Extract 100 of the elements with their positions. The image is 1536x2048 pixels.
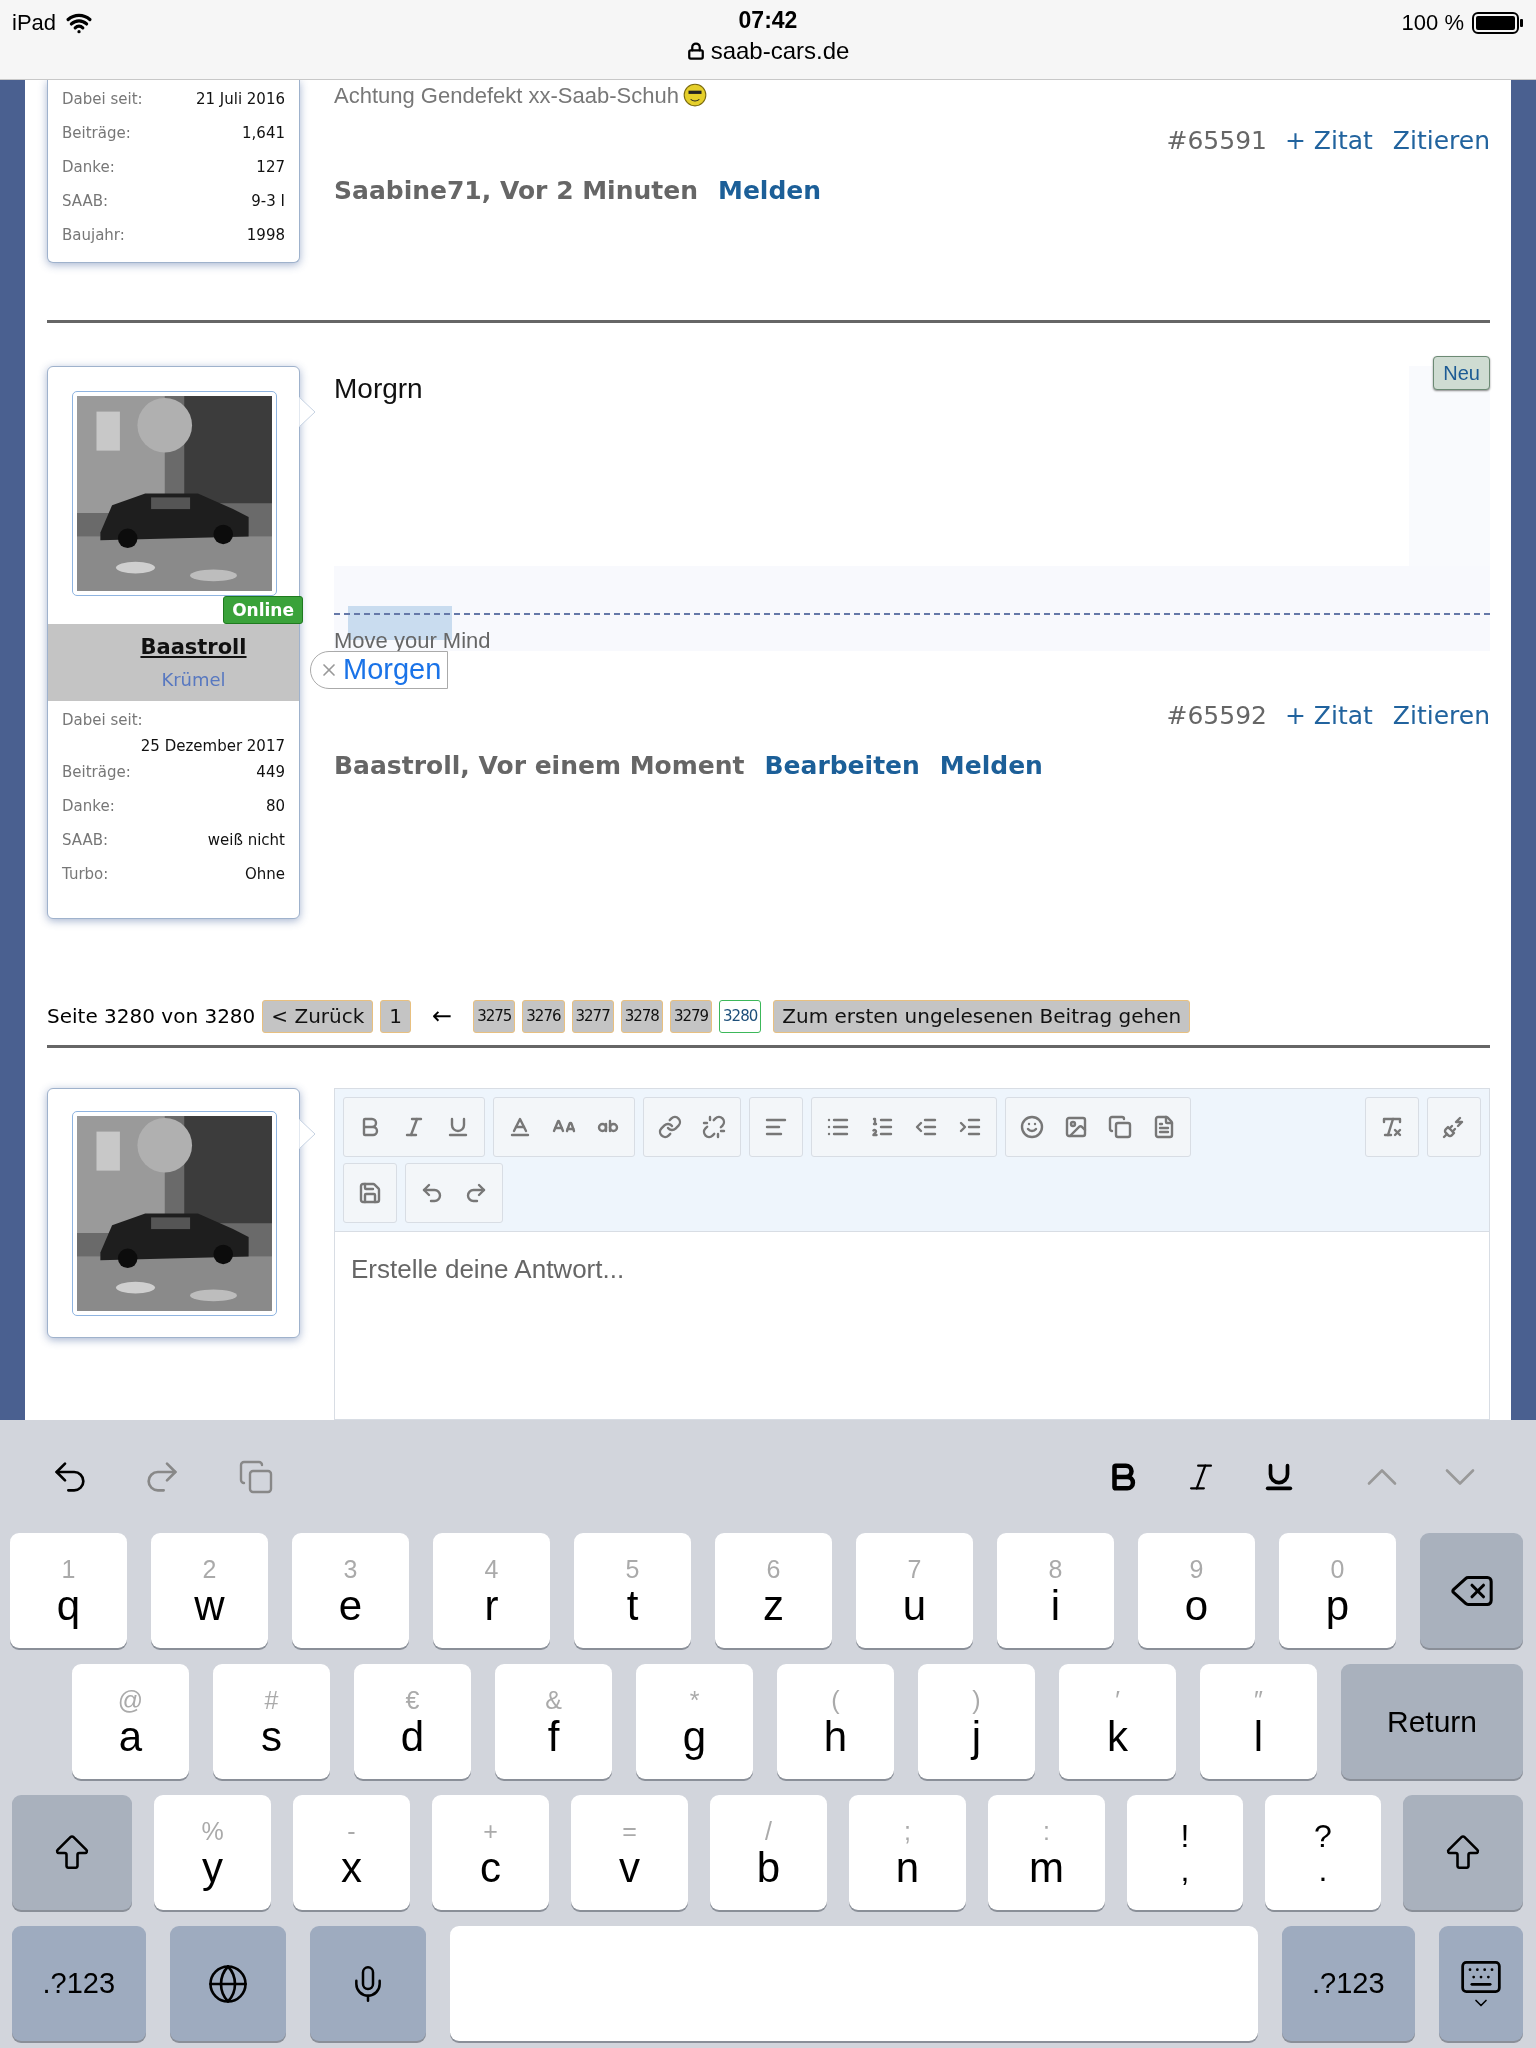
keyboard-key[interactable]: : m — [988, 1795, 1105, 1910]
keyboard-key[interactable]: & f — [495, 1664, 612, 1779]
dictation-key[interactable] — [309, 1926, 426, 2041]
stat-value: Ohne — [244, 863, 285, 885]
numbered-list-icon — [870, 1115, 894, 1139]
stat-value: 127 — [256, 157, 285, 178]
source-icon — [1442, 1115, 1466, 1139]
page-button[interactable]: 3275 — [473, 999, 516, 1033]
reply-field[interactable]: Erstelle deine Antwort... — [334, 1232, 1490, 1420]
page-button[interactable]: 3277 — [571, 999, 614, 1033]
stat-value: 1,641 — [242, 123, 285, 144]
shift-key[interactable] — [12, 1795, 132, 1910]
page-button[interactable]: 3280 — [719, 999, 762, 1033]
stat-value: 21 Juli 2016 — [195, 89, 285, 110]
stat-label: Baujahr: — [62, 225, 125, 246]
username-link[interactable]: Baastroll — [140, 632, 247, 664]
save-icon — [358, 1181, 382, 1205]
post-number[interactable]: #65591 — [1166, 122, 1267, 160]
keyboard-key[interactable]: / b — [710, 1795, 827, 1910]
keyboard-key[interactable]: ; n — [849, 1795, 966, 1910]
post-action-link[interactable]: Melden — [939, 746, 1043, 784]
device-name: iPad — [12, 9, 57, 37]
keyboard-key[interactable]: ′ k — [1059, 1664, 1176, 1779]
online-badge: Online — [223, 596, 303, 624]
stat-label: Dabei seit: — [62, 709, 143, 731]
page-button[interactable]: 3276 — [522, 999, 565, 1033]
keyboard-key[interactable]: ? . — [1265, 1795, 1381, 1910]
pagination-button[interactable]: 1 — [380, 999, 412, 1033]
paste-icon[interactable] — [238, 1458, 274, 1495]
post-message: Morgrn — [334, 372, 423, 406]
media-icon — [1108, 1115, 1132, 1139]
keyboard-key[interactable]: 8 i — [997, 1533, 1114, 1648]
post-byline: Baastroll, Vor einem Moment — [334, 749, 745, 782]
keyboard-key[interactable]: ( h — [777, 1664, 894, 1779]
stat-label: Danke: — [62, 795, 115, 817]
url: saab-cars.de — [710, 36, 850, 66]
hide-keyboard-key[interactable] — [1439, 1926, 1523, 2041]
post-action-link[interactable]: Melden — [718, 171, 822, 209]
user-rank: Krümel — [161, 667, 226, 692]
keyboard-key[interactable]: @ a — [72, 1664, 189, 1779]
pagination-button[interactable]: < Zurück — [262, 999, 374, 1033]
return-key[interactable]: Return — [1341, 1664, 1523, 1779]
globe-key[interactable] — [169, 1926, 286, 2041]
quote-link[interactable]: Zitieren — [1392, 697, 1490, 735]
keyboard-key[interactable]: + c — [432, 1795, 549, 1910]
unlink-icon — [702, 1115, 726, 1139]
template-icon — [1152, 1115, 1176, 1139]
keyboard-key[interactable]: 2 w — [151, 1533, 268, 1648]
clear-format-icon — [1380, 1115, 1404, 1139]
keyboard-key[interactable]: * g — [636, 1664, 753, 1779]
stat-value: weiß nicht — [207, 829, 285, 851]
lock-icon — [686, 42, 705, 60]
post-number[interactable]: #65592 — [1166, 697, 1267, 735]
stat-value: 449 — [256, 761, 285, 783]
stat-label: SAAB: — [62, 829, 109, 851]
backspace-key[interactable] — [1420, 1533, 1523, 1648]
keyboard-key[interactable]: % y — [154, 1795, 271, 1910]
keyboard-key[interactable]: € d — [354, 1664, 471, 1779]
keyboard-key[interactable]: ″ l — [1200, 1664, 1317, 1779]
keyboard-key[interactable]: ! , — [1127, 1795, 1243, 1910]
quote-link[interactable]: + Zitat — [1284, 697, 1373, 735]
keyboard-key[interactable]: 1 q — [10, 1533, 127, 1648]
stat-label: Beiträge: — [62, 761, 131, 783]
quote-link[interactable]: + Zitat — [1284, 122, 1373, 160]
autocorrect-suggestion[interactable]: Morgen — [310, 651, 449, 689]
keyboard-key[interactable]: 4 r — [433, 1533, 550, 1648]
stat-value: 25 Dezember 2017 — [140, 735, 285, 757]
signature: Move your Mind — [334, 628, 491, 654]
keyboard-key[interactable]: 3 e — [292, 1533, 409, 1648]
post-action-link[interactable]: Bearbeiten — [764, 746, 920, 784]
pagination-separator: ← — [432, 1001, 453, 1032]
clock: 07:42 — [738, 6, 798, 35]
stat-label: Dabei seit: — [62, 89, 143, 110]
stat-label: SAAB: — [62, 191, 109, 212]
page-button[interactable]: 3279 — [669, 999, 713, 1033]
text-color-icon — [508, 1115, 532, 1139]
unread-post-button[interactable]: Zum ersten ungelesenen Beitrag gehen — [773, 999, 1191, 1033]
keyboard-key[interactable]: 0 p — [1279, 1533, 1396, 1648]
image-icon — [1064, 1115, 1088, 1139]
keyboard-key[interactable]: 5 t — [574, 1533, 691, 1648]
link-icon — [658, 1115, 682, 1139]
numbers-key[interactable]: .?123 — [12, 1926, 146, 2041]
keyboard-key[interactable]: - x — [293, 1795, 410, 1910]
shift-key[interactable] — [1403, 1795, 1523, 1910]
page-button[interactable]: 3278 — [620, 999, 663, 1033]
battery-percent: 100 % — [1401, 9, 1464, 37]
stat-value: 9-3 I — [251, 191, 285, 212]
keyboard-key[interactable]: = v — [571, 1795, 688, 1910]
numbers-key[interactable]: .?123 — [1281, 1926, 1415, 2041]
keyboard-key[interactable]: # s — [213, 1664, 330, 1779]
keyboard-key[interactable]: 9 o — [1138, 1533, 1255, 1648]
keyboard-key[interactable]: 7 u — [856, 1533, 973, 1648]
stat-value: 80 — [265, 795, 285, 817]
keyboard-key[interactable]: 6 z — [715, 1533, 832, 1648]
quote-link[interactable]: Zitieren — [1392, 122, 1490, 160]
new-badge: Neu — [1433, 356, 1490, 390]
keyboard-key[interactable]: ) j — [918, 1664, 1035, 1779]
smiley-icon — [1020, 1115, 1044, 1139]
post-message: Achtung Gendefekt xx-Saab-Schuh — [334, 81, 679, 110]
stat-label: Turbo: — [62, 863, 109, 885]
